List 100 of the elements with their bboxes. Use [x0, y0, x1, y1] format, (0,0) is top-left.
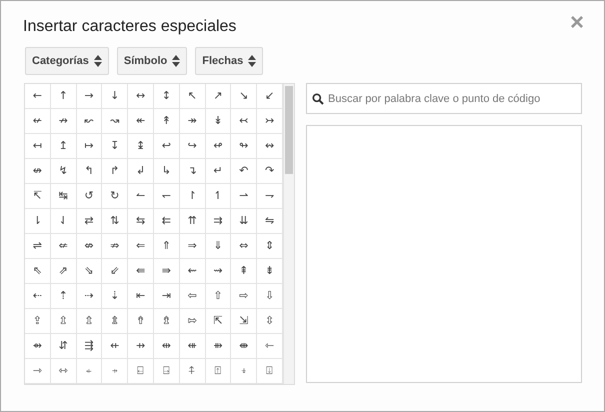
character-cell[interactable]: ↵ [206, 159, 232, 184]
character-cell[interactable]: ⇻ [206, 334, 232, 359]
character-cell[interactable]: ⇘ [76, 259, 102, 284]
character-cell[interactable]: ↶ [231, 159, 258, 184]
character-cell[interactable]: ↘ [231, 84, 258, 109]
character-cell[interactable]: ⍇ [128, 359, 154, 384]
character-cell[interactable]: ↸ [25, 184, 51, 209]
character-cell[interactable]: ⇷ [102, 334, 128, 359]
character-cell[interactable]: ⍖ [231, 359, 258, 384]
search-field[interactable]: Buscar por palabra clave o punto de código [306, 83, 582, 114]
character-cell[interactable]: ↿ [206, 184, 232, 209]
character-cell[interactable]: ⇞ [231, 259, 258, 284]
character-cell[interactable]: ⇶ [76, 334, 102, 359]
character-cell[interactable]: ⇈ [180, 209, 206, 234]
character-cell[interactable]: ⇐ [128, 234, 154, 259]
character-cell[interactable]: ⍐ [206, 359, 232, 384]
character-cell[interactable]: ⇆ [128, 209, 154, 234]
character-cell[interactable]: ⍗ [257, 359, 283, 384]
character-cell[interactable]: ↟ [154, 109, 180, 134]
character-cell[interactable]: ↓ [102, 84, 128, 109]
character-cell[interactable]: ⇾ [25, 359, 51, 384]
character-cell[interactable]: ⇊ [231, 209, 258, 234]
character-cell[interactable]: ↯ [50, 159, 77, 184]
character-cell[interactable]: ⇬ [76, 309, 102, 334]
character-cell[interactable]: ↮ [25, 159, 51, 184]
character-cell[interactable]: ⇌ [25, 234, 51, 259]
character-cell[interactable]: ↧ [102, 134, 128, 159]
character-cell[interactable]: ⇿ [50, 359, 77, 384]
scrollbar[interactable] [282, 84, 294, 384]
character-cell[interactable]: ⍈ [154, 359, 180, 384]
character-cell[interactable]: ⇇ [154, 209, 180, 234]
character-cell[interactable]: ↾ [180, 184, 206, 209]
character-cell[interactable]: ↭ [257, 134, 283, 159]
character-cell[interactable]: ↼ [128, 184, 154, 209]
character-cell[interactable]: ↷ [257, 159, 283, 184]
character-cell[interactable]: ⇟ [257, 259, 283, 284]
character-cell[interactable]: ↹ [50, 184, 77, 209]
character-cell[interactable]: ⇢ [76, 284, 102, 309]
character-cell[interactable]: ⇉ [206, 209, 232, 234]
character-cell[interactable]: ⇥ [154, 284, 180, 309]
character-cell[interactable]: ↽ [154, 184, 180, 209]
character-cell[interactable]: ⇵ [50, 334, 77, 359]
character-cell[interactable]: ⍅ [76, 359, 102, 384]
character-cell[interactable]: ⇑ [154, 234, 180, 259]
character-cell[interactable]: ⇩ [257, 284, 283, 309]
character-cell[interactable]: ↰ [76, 159, 102, 184]
character-cell[interactable]: ↕ [154, 84, 180, 109]
character-cell[interactable]: ⇫ [50, 309, 77, 334]
character-cell[interactable]: ⇸ [128, 334, 154, 359]
character-cell[interactable]: ⇣ [102, 284, 128, 309]
character-cell[interactable]: ⇳ [257, 309, 283, 334]
character-cell[interactable]: ↣ [257, 109, 283, 134]
character-cell[interactable]: ↳ [154, 159, 180, 184]
character-cell[interactable]: ↑ [50, 84, 77, 109]
character-cell[interactable]: ⇰ [180, 309, 206, 334]
character-cell[interactable]: ⇠ [25, 284, 51, 309]
character-cell[interactable]: ↨ [128, 134, 154, 159]
character-cell[interactable]: ⇖ [25, 259, 51, 284]
character-cell[interactable]: ↗ [206, 84, 232, 109]
character-cell[interactable]: ↴ [180, 159, 206, 184]
character-cell[interactable]: ⇮ [128, 309, 154, 334]
character-cell[interactable]: ⇹ [154, 334, 180, 359]
character-cell[interactable]: ↩ [154, 134, 180, 159]
character-cell[interactable]: ⇤ [128, 284, 154, 309]
character-cell[interactable]: ⇀ [231, 184, 258, 209]
character-cell[interactable]: ↪ [180, 134, 206, 159]
character-cell[interactable]: ⇍ [50, 234, 77, 259]
character-cell[interactable]: ↠ [180, 109, 206, 134]
character-cell[interactable]: ↲ [128, 159, 154, 184]
character-cell[interactable]: ↦ [76, 134, 102, 159]
character-cell[interactable]: ↫ [206, 134, 232, 159]
character-cell[interactable]: ⇲ [231, 309, 258, 334]
character-cell[interactable]: ⍏ [180, 359, 206, 384]
character-cell[interactable]: ↥ [50, 134, 77, 159]
character-cell[interactable]: ⇼ [231, 334, 258, 359]
character-cell[interactable]: ↺ [76, 184, 102, 209]
character-cell[interactable]: ↚ [25, 109, 51, 134]
dropdown-button[interactable]: Símbolo [116, 47, 188, 75]
character-cell[interactable]: ↱ [102, 159, 128, 184]
character-cell[interactable]: ↜ [76, 109, 102, 134]
character-cell[interactable]: ⇕ [257, 234, 283, 259]
character-cell[interactable]: ↞ [128, 109, 154, 134]
character-cell[interactable]: ⇝ [206, 259, 232, 284]
character-cell[interactable]: ⇙ [102, 259, 128, 284]
character-cell[interactable]: ⇜ [180, 259, 206, 284]
character-cell[interactable]: ⇭ [102, 309, 128, 334]
character-cell[interactable]: ⇃ [50, 209, 77, 234]
character-cell[interactable]: ↻ [102, 184, 128, 209]
character-cell[interactable]: ⇁ [257, 184, 283, 209]
character-cell[interactable]: ⇓ [206, 234, 232, 259]
character-cell[interactable]: ⇚ [128, 259, 154, 284]
character-cell[interactable]: ↡ [206, 109, 232, 134]
character-cell[interactable]: ⇏ [102, 234, 128, 259]
character-cell[interactable]: → [76, 84, 102, 109]
character-cell[interactable]: ⇡ [50, 284, 77, 309]
character-cell[interactable]: ⇺ [180, 334, 206, 359]
character-cell[interactable]: ⇂ [25, 209, 51, 234]
character-cell[interactable]: ↤ [25, 134, 51, 159]
character-cell[interactable]: ↔ [128, 84, 154, 109]
character-cell[interactable]: ⍆ [102, 359, 128, 384]
